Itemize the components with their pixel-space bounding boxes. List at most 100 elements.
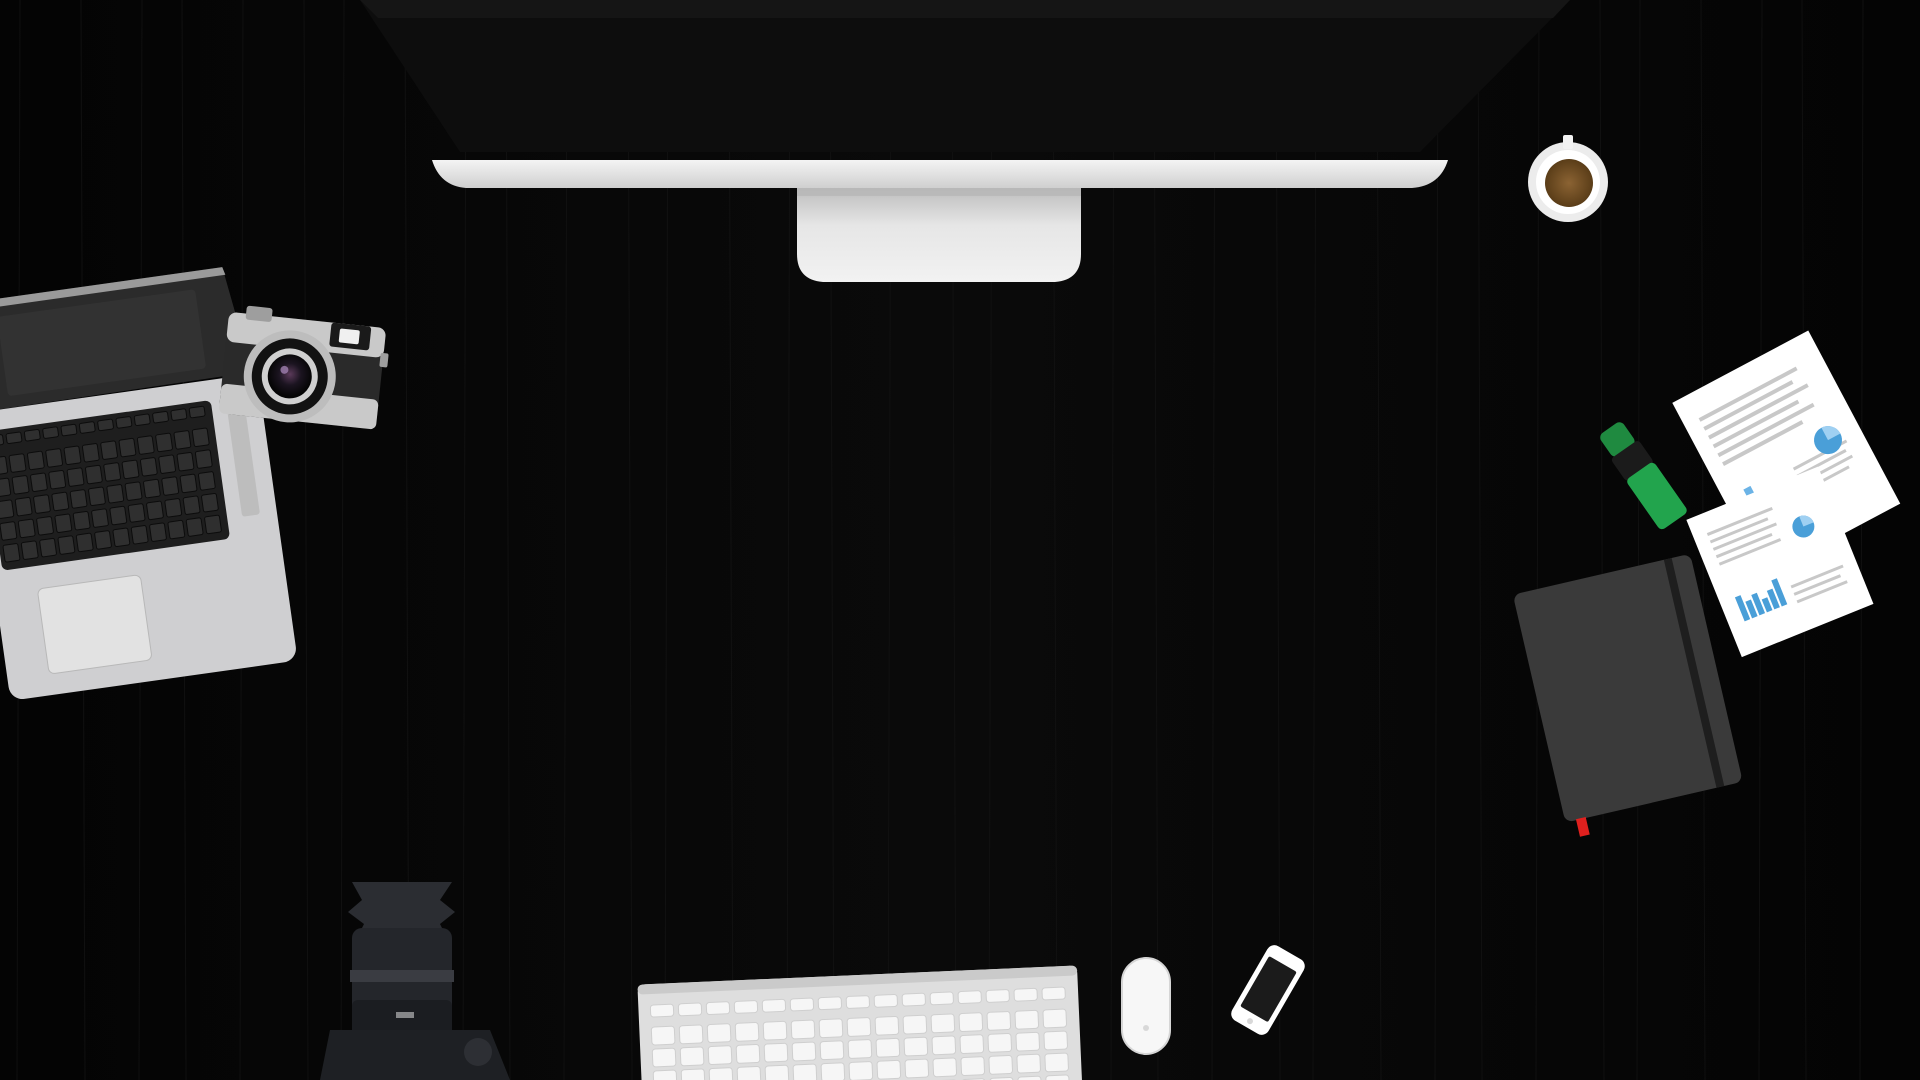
laptop-key	[161, 476, 180, 496]
keyboard-key	[903, 1036, 929, 1057]
laptop-key	[176, 451, 195, 472]
laptop-key	[94, 530, 112, 550]
laptop-key	[158, 454, 176, 474]
keyboard-key	[792, 1063, 818, 1080]
keyboard-key	[677, 1002, 703, 1017]
laptop-key	[204, 514, 222, 535]
laptop-key	[51, 491, 70, 512]
laptop-key	[33, 494, 51, 514]
laptop-key	[143, 478, 161, 499]
keyboard-key	[959, 1034, 985, 1054]
keyboard-key	[819, 1040, 845, 1061]
laptop-key	[173, 430, 192, 450]
laptop-key	[88, 486, 106, 507]
laptop-key	[170, 408, 188, 421]
laptop-key	[20, 540, 39, 560]
keyboard-key	[873, 993, 898, 1008]
laptop-key	[188, 405, 206, 419]
laptop-key	[0, 477, 12, 498]
keyboard-key	[932, 1057, 958, 1078]
laptop-key	[2, 543, 21, 563]
laptop-key	[167, 519, 186, 540]
keyboard-key	[845, 995, 870, 1009]
laptop-key	[42, 426, 59, 439]
keyboard-key	[818, 1018, 844, 1039]
laptop-key	[106, 484, 125, 504]
laptop-key	[133, 413, 151, 427]
keyboard-key	[761, 998, 787, 1013]
laptop-key	[97, 418, 114, 432]
laptop-key	[139, 457, 158, 477]
keyboard-key	[1042, 1008, 1068, 1029]
keyboard-key	[987, 1033, 1013, 1053]
laptop-key	[0, 521, 18, 541]
keyboard-key	[958, 1012, 984, 1033]
laptop-key	[5, 431, 23, 445]
keyboard-key	[848, 1061, 874, 1080]
keyboard-key	[960, 1056, 985, 1076]
laptop-key	[30, 472, 48, 492]
keyboard-key	[902, 1014, 928, 1035]
laptop-key	[57, 535, 76, 555]
keyboard-key	[876, 1059, 902, 1080]
keyboard-key	[763, 1042, 789, 1063]
keyboard-key	[904, 1058, 930, 1079]
laptop-key	[197, 471, 216, 491]
laptop-key	[45, 448, 64, 468]
laptop-key	[14, 496, 33, 517]
laptop-key	[63, 445, 82, 466]
laptop-key	[164, 498, 183, 518]
keyboard-key	[790, 1019, 816, 1040]
laptop-key	[23, 428, 41, 442]
keyboard-key	[678, 1024, 704, 1045]
laptop-key	[26, 450, 45, 471]
keyboard-key	[1017, 1075, 1042, 1080]
keyboard-key	[705, 1001, 731, 1016]
laptop-key	[127, 503, 146, 523]
keyboard-key	[680, 1068, 706, 1080]
keyboard-key	[901, 992, 926, 1007]
keyboard-key	[736, 1066, 762, 1080]
keyboard-key	[650, 1025, 676, 1046]
laptop-key	[54, 513, 73, 533]
laptop-key	[155, 432, 173, 453]
laptop-key	[85, 464, 103, 485]
keyboard-key	[1044, 1052, 1069, 1073]
desk-scene	[0, 0, 1920, 1080]
laptop-key	[182, 495, 201, 515]
keyboard-key	[931, 1035, 957, 1056]
laptop-key	[146, 500, 164, 521]
laptop-key	[124, 481, 143, 501]
laptop-key	[66, 467, 85, 487]
laptop-key	[48, 469, 67, 490]
laptop-key	[194, 449, 213, 469]
keyboard-key	[957, 990, 982, 1005]
keyboard-key	[764, 1064, 790, 1080]
laptop-key	[130, 525, 149, 545]
keyboard-key	[1043, 1030, 1068, 1051]
laptop-key	[100, 440, 118, 460]
keyboard-key	[1015, 1031, 1040, 1052]
laptop-key	[91, 508, 109, 528]
keyboard-key	[1045, 1074, 1070, 1080]
keyboard-key	[789, 997, 815, 1012]
laptop-key	[36, 516, 54, 536]
keyboard-key	[762, 1020, 788, 1041]
keyboard-key	[874, 1015, 900, 1036]
keyboard-key	[652, 1069, 678, 1080]
laptop-key	[115, 416, 133, 429]
laptop-key	[191, 427, 210, 448]
laptop-key	[136, 435, 155, 455]
keyboard-key	[846, 1017, 872, 1037]
laptop-key	[72, 510, 91, 531]
keyboard-key	[817, 996, 842, 1011]
laptop-key	[69, 489, 88, 509]
keyboard-key	[988, 1055, 1013, 1075]
laptop-key	[75, 532, 94, 553]
keyboard-key	[820, 1062, 846, 1080]
keyboard-key	[1016, 1053, 1041, 1074]
laptop-key	[152, 410, 169, 424]
laptop-key	[0, 499, 15, 519]
laptop-key	[81, 443, 100, 463]
keyboard-key	[651, 1047, 677, 1068]
